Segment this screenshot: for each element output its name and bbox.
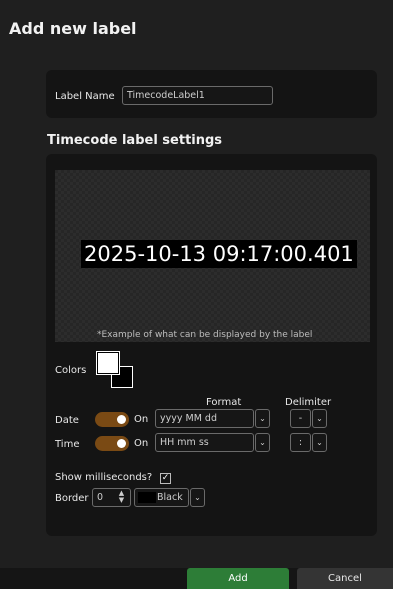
chevron-down-icon[interactable]: ⌄ — [312, 409, 327, 428]
time-toggle-text: On — [134, 438, 149, 449]
chevron-down-icon[interactable]: ⌄ — [255, 433, 270, 452]
border-width-input[interactable]: 0 — [92, 488, 131, 507]
border-label: Border — [55, 493, 89, 504]
time-delimiter-select[interactable]: : — [290, 433, 311, 452]
toggle-knob — [117, 415, 126, 424]
colors-label: Colors — [55, 365, 87, 376]
border-color-swatch — [138, 492, 156, 503]
foreground-color-swatch[interactable] — [97, 352, 119, 374]
cancel-button[interactable]: Cancel — [297, 568, 393, 589]
chevron-down-icon[interactable]: ⌄ — [312, 433, 327, 452]
border-color-name: Black — [157, 492, 183, 503]
add-button[interactable]: Add — [187, 568, 289, 589]
spin-down-icon[interactable]: ▼ — [118, 497, 125, 504]
time-label: Time — [55, 439, 80, 450]
label-name-label: Label Name — [55, 91, 115, 102]
date-toggle[interactable] — [95, 412, 129, 427]
date-format-select[interactable]: yyyy MM dd — [155, 409, 254, 428]
settings-title: Timecode label settings — [47, 133, 223, 148]
date-label: Date — [55, 415, 79, 426]
show-ms-label: Show milliseconds? — [55, 472, 153, 483]
show-ms-checkbox[interactable]: ✓ — [160, 473, 171, 484]
date-toggle-text: On — [134, 414, 149, 425]
date-delimiter-select[interactable]: - — [290, 409, 311, 428]
format-header: Format — [206, 397, 242, 408]
chevron-down-icon[interactable]: ⌄ — [255, 409, 270, 428]
time-format-select[interactable]: HH mm ss — [155, 433, 254, 452]
label-name-input[interactable]: TimecodeLabel1 — [122, 86, 273, 105]
toggle-knob — [117, 439, 126, 448]
dialog-title: Add new label — [9, 19, 137, 38]
preview-timecode: 2025-10-13 09:17:00.401 — [81, 240, 357, 268]
time-toggle[interactable] — [95, 436, 129, 451]
chevron-down-icon[interactable]: ⌄ — [190, 488, 205, 507]
example-note: *Example of what can be displayed by the… — [97, 330, 313, 340]
delimiter-header: Delimiter — [285, 397, 332, 408]
